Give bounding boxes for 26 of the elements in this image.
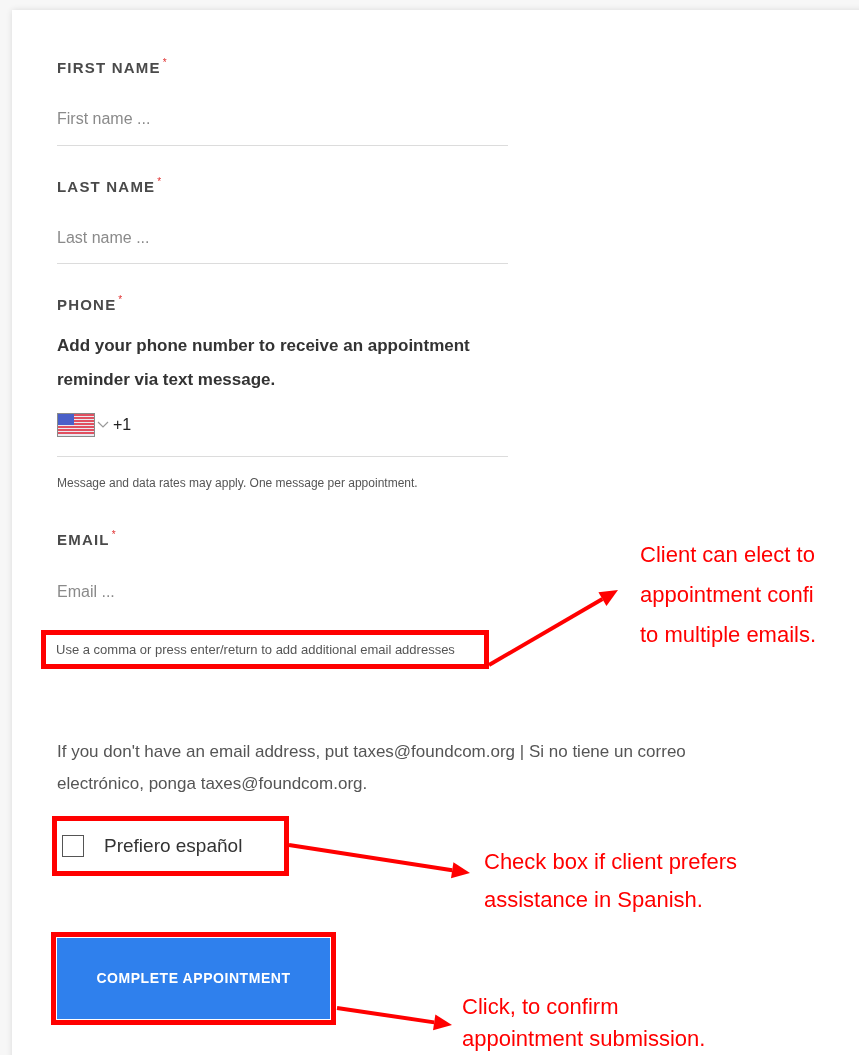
checkbox-label: Prefiero español: [104, 833, 243, 858]
field-note: Message and data rates may apply. One message per appointment.: [57, 474, 419, 492]
flag-icon: [57, 412, 95, 437]
text-field[interactable]: First name ...: [57, 93, 508, 146]
field-label: LAST NAME: [57, 176, 156, 197]
phone-field[interactable]: +1: [57, 406, 508, 457]
complete-appointment-button[interactable]: COMPLETE APPOINTMENT: [57, 938, 330, 1019]
required-mark: *: [111, 527, 116, 542]
field-label: FIRST NAME: [57, 58, 161, 78]
annotation-text: Check box if client prefers assistance in Spanish.: [484, 848, 738, 914]
annotation-text: Client can elect to appointment confi to multiple emails.: [640, 541, 817, 649]
text-field[interactable]: Last name ...: [57, 212, 508, 264]
country-select[interactable]: [57, 412, 109, 437]
required-mark: *: [162, 56, 167, 70]
field-label: PHONE: [57, 295, 117, 315]
dial-code: +1: [113, 414, 132, 435]
checkbox[interactable]: [62, 835, 84, 857]
chevron-down-icon: [97, 420, 109, 429]
help-text: Use a comma or press enter/return to add additional email addresses: [55, 641, 456, 659]
field-label: EMAIL: [57, 529, 110, 550]
required-mark: *: [157, 174, 162, 189]
email-notice: If you don't have an email address, put taxes@foundcom.org | Si no tiene un correo electrónico, ponga taxes@foundcom.org.: [57, 741, 687, 795]
annotation-text: Click, to confirm appointment submission.: [462, 993, 706, 1053]
email-field[interactable]: Email ...: [57, 573, 508, 611]
field-description: Add your phone number to receive an appointment reminder via text message.: [57, 334, 471, 391]
required-mark: *: [118, 293, 123, 307]
